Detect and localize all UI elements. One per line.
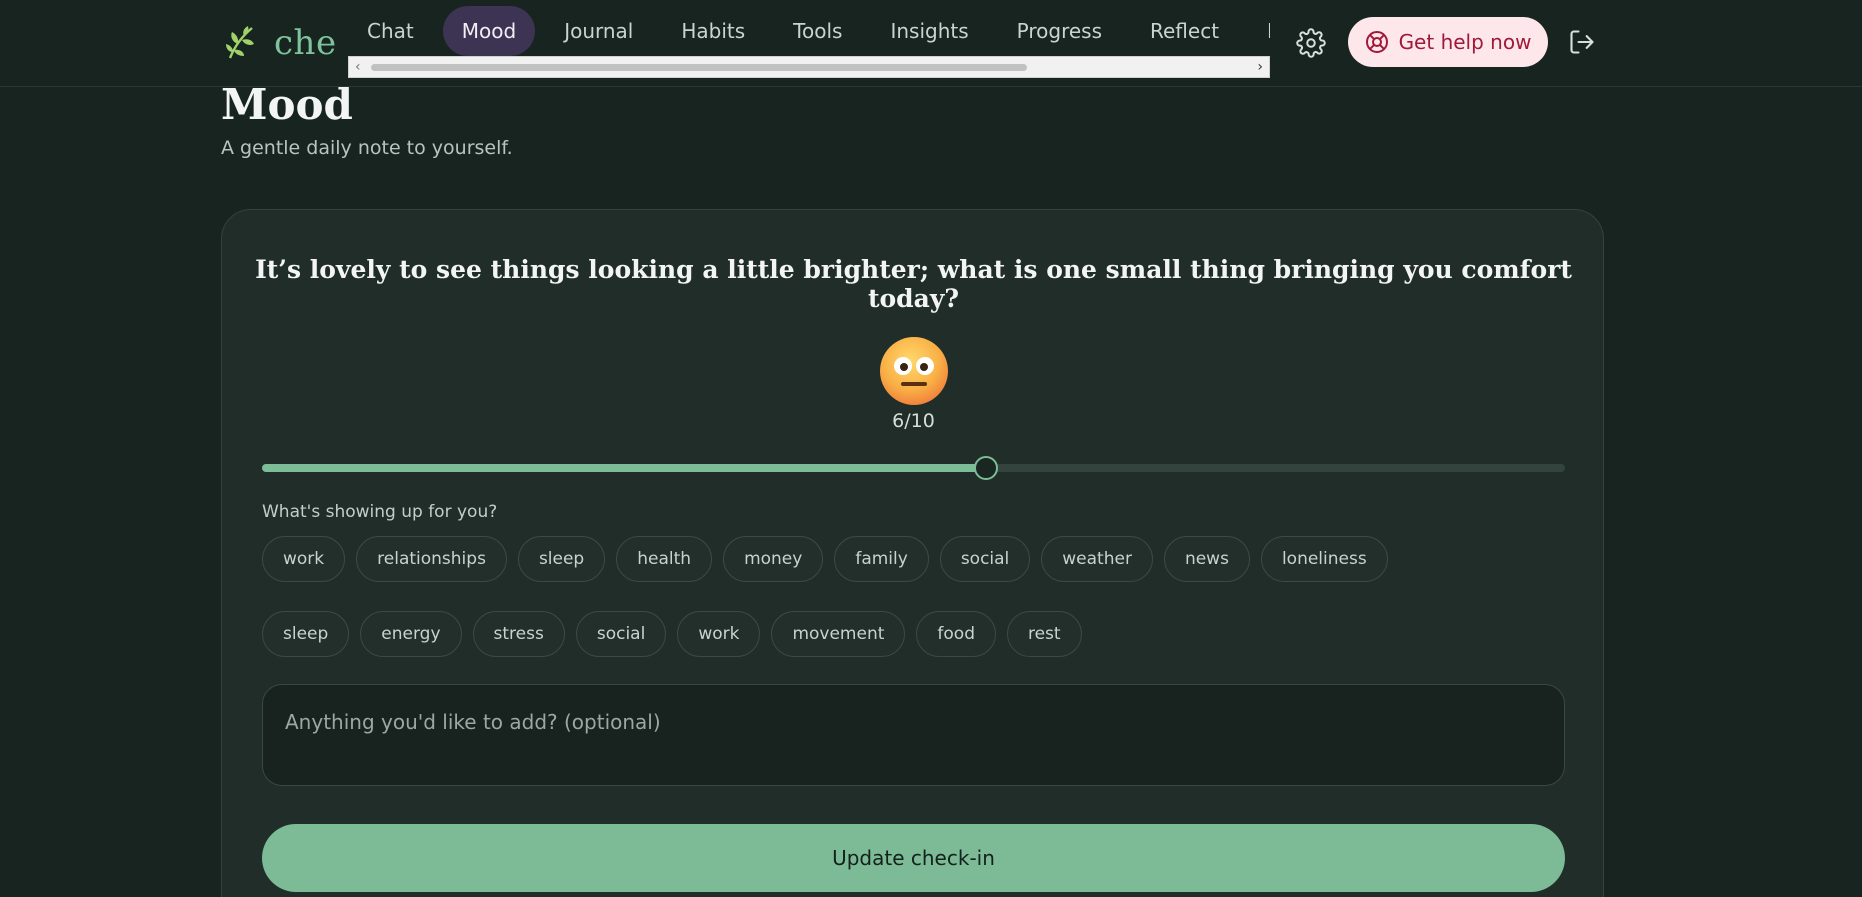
mood-slider-fill [262,464,986,472]
tag-chip[interactable]: food [916,611,996,657]
tag-chip[interactable]: loneliness [1260,536,1388,582]
mood-score: 6/10 [892,410,935,432]
tag-chip[interactable]: sleep [262,611,350,657]
gear-icon[interactable] [1296,28,1326,58]
leaf-icon [226,26,254,59]
mood-checkin-card: It’s lovely to see things looking a litt… [221,209,1604,897]
tab-tools[interactable]: Tools [774,6,861,56]
nav-scrollbar[interactable]: ‹ › [348,56,1270,78]
lifebuoy-icon [1365,31,1388,53]
tab-progress[interactable]: Progress [998,6,1121,56]
tag-chip[interactable]: news [1163,536,1250,582]
tab-reflect[interactable]: Reflect [1131,6,1238,56]
tag-chip[interactable]: movement [771,611,906,657]
tag-row-factors: sleep energy stress social work movement… [262,611,1082,657]
top-header: che Chat Mood Journal Habits Tools Insig… [0,0,1862,87]
tag-chip[interactable]: relationships [356,536,507,582]
tag-chip[interactable]: health [616,536,713,582]
tab-habits[interactable]: Habits [662,6,764,56]
update-checkin-button[interactable]: Update check-in [262,824,1565,892]
tag-chip[interactable]: rest [1006,611,1082,657]
tag-row-topics: work relationships sleep health money fa… [262,536,1388,582]
get-help-label: Get help now [1398,30,1532,54]
tag-chip[interactable]: sleep [517,536,606,582]
tag-chip[interactable]: energy [360,611,462,657]
get-help-button[interactable]: Get help now [1348,17,1548,67]
tab-mood[interactable]: Mood [442,6,536,56]
tag-chip[interactable]: stress [472,611,565,657]
nav-list: Chat Mood Journal Habits Tools Insights … [348,6,1270,56]
neutral-face-icon [880,337,948,405]
tag-chip[interactable]: money [723,536,824,582]
checkin-prompt: It’s lovely to see things looking a litt… [255,255,1572,313]
tag-chip[interactable]: weather [1041,536,1153,582]
tag-chip[interactable]: work [677,611,761,657]
tag-chip[interactable]: family [834,536,929,582]
tab-chat[interactable]: Chat [348,6,433,56]
brand-logo[interactable]: che [224,20,337,66]
page-title: Mood [221,80,353,129]
page-subtitle: A gentle daily note to yourself. [221,137,513,159]
tag-chip[interactable]: social [939,536,1031,582]
tab-insights[interactable]: Insights [871,6,987,56]
mood-slider-thumb[interactable] [974,456,998,480]
nav-scroll-area[interactable]: Chat Mood Journal Habits Tools Insights … [348,6,1270,56]
note-input[interactable] [262,684,1565,786]
scroll-left-arrow-icon[interactable]: ‹ [355,58,361,76]
tab-journal[interactable]: Journal [545,6,652,56]
mood-slider[interactable] [262,456,1565,480]
logout-icon[interactable] [1568,28,1596,56]
scroll-right-arrow-icon[interactable]: › [1257,58,1263,76]
tab-patterns[interactable]: Patterns [1248,6,1270,56]
tag-chip[interactable]: work [262,536,346,582]
main-nav: Chat Mood Journal Habits Tools Insights … [348,6,1270,78]
tag-chip[interactable]: social [575,611,667,657]
scrollbar-thumb[interactable] [371,64,1027,71]
tags-label: What's showing up for you? [262,502,498,522]
brand-name: che [274,23,337,63]
